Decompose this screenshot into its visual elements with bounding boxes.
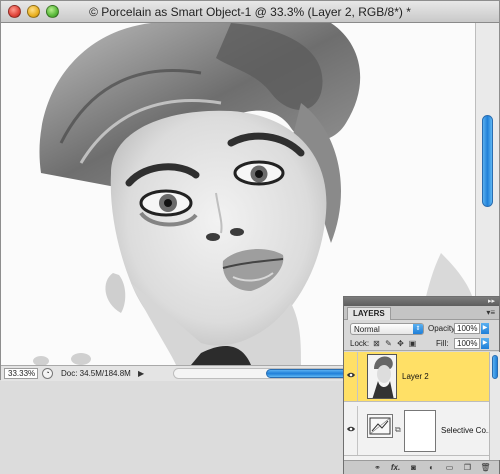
lock-label: Lock: bbox=[350, 339, 370, 348]
fx-icon[interactable]: fx. bbox=[390, 463, 401, 473]
panel-menu-icon[interactable]: ▾≡ bbox=[486, 308, 495, 317]
panel-header-bar[interactable]: ▸▸ bbox=[344, 297, 499, 306]
layers-scroll-thumb[interactable] bbox=[492, 355, 498, 379]
fill-label: Fill: bbox=[436, 339, 449, 348]
blend-mode-dropdown-icon[interactable]: ⇕ bbox=[413, 324, 423, 334]
adjustment-layer-icon[interactable] bbox=[367, 414, 393, 438]
document-titlebar[interactable]: © Porcelain as Smart Object-1 @ 33.3% (L… bbox=[1, 1, 499, 23]
layers-tab[interactable]: LAYERS bbox=[347, 307, 391, 320]
blend-mode-select[interactable]: Normal ⇕ bbox=[350, 323, 424, 335]
layer-list: Layer 2 ⧉ Selective Co... bbox=[344, 352, 493, 460]
panel-tab-bar: LAYERS ▾≡ bbox=[344, 306, 499, 320]
lock-image-pixels-icon[interactable]: ✎ bbox=[384, 339, 393, 348]
zoom-window-button[interactable] bbox=[46, 5, 59, 18]
layer-row-selective-color[interactable]: ⧉ Selective Co... bbox=[344, 406, 493, 456]
panel-collapse-icon[interactable]: ▸▸ bbox=[488, 297, 495, 306]
link-layers-icon[interactable]: ⚭ bbox=[372, 463, 383, 473]
fill-slider-icon[interactable]: ▶ bbox=[481, 338, 489, 349]
new-layer-icon[interactable]: ❐ bbox=[462, 463, 473, 473]
eye-icon bbox=[347, 426, 355, 432]
portrait-thumbnail-image bbox=[368, 355, 396, 398]
document-title: © Porcelain as Smart Object-1 @ 33.3% (L… bbox=[89, 5, 411, 19]
layers-vertical-scrollbar[interactable] bbox=[489, 352, 500, 460]
layer-name[interactable]: Selective Co... bbox=[441, 426, 493, 435]
visibility-toggle[interactable] bbox=[344, 352, 358, 401]
lock-position-icon[interactable]: ✥ bbox=[396, 339, 405, 348]
blend-options-row: Normal ⇕ Opacity: 100% ▶ bbox=[344, 320, 499, 337]
status-menu-arrow-icon[interactable]: ▶ bbox=[138, 368, 144, 379]
status-info-icon[interactable]: ◔ bbox=[42, 368, 53, 379]
document-size-text: Doc: 34.5M/184.8M bbox=[61, 369, 131, 378]
opacity-slider-icon[interactable]: ▶ bbox=[481, 323, 489, 334]
document-vertical-scroll-thumb[interactable] bbox=[482, 115, 493, 207]
lock-all-icon[interactable]: ▣ bbox=[408, 339, 417, 348]
layer-row-layer-2[interactable]: Layer 2 bbox=[344, 352, 489, 402]
photoshop-workspace: © Porcelain as Smart Object-1 @ 33.3% (L… bbox=[0, 0, 500, 474]
opacity-label: Opacity: bbox=[428, 324, 458, 333]
blend-mode-value: Normal bbox=[354, 325, 380, 334]
zoom-level-field[interactable]: 33.33% bbox=[4, 368, 38, 379]
opacity-input[interactable]: 100% bbox=[454, 323, 480, 334]
layer-name[interactable]: Layer 2 bbox=[402, 372, 429, 381]
link-icon[interactable]: ⧉ bbox=[395, 425, 401, 435]
trash-icon[interactable]: 🗑 bbox=[480, 463, 491, 473]
close-window-button[interactable] bbox=[8, 5, 21, 18]
fill-input[interactable]: 100% bbox=[454, 338, 480, 349]
selective-color-adjustment-icon bbox=[369, 417, 391, 435]
minimize-window-button[interactable] bbox=[27, 5, 40, 18]
document-size-readout[interactable]: Doc: 34.5M/184.8M ▶ bbox=[61, 368, 144, 379]
visibility-toggle[interactable] bbox=[344, 406, 358, 455]
folder-icon[interactable]: ▭ bbox=[444, 463, 455, 473]
lock-transparency-icon[interactable]: ⊠ bbox=[372, 339, 381, 348]
lock-row: Lock: ⊠ ✎ ✥ ▣ Fill: 100% ▶ bbox=[344, 337, 499, 351]
adjustment-icon[interactable]: ◐ bbox=[426, 463, 437, 473]
layer-thumbnail[interactable] bbox=[367, 354, 397, 399]
layers-panel-footer: ⚭ fx. ◙ ◐ ▭ ❐ 🗑 bbox=[344, 460, 499, 474]
layers-panel: ▸▸ LAYERS ▾≡ Normal ⇕ Opacity: 100% ▶ Lo… bbox=[343, 296, 500, 474]
layer-mask-thumbnail[interactable] bbox=[404, 410, 436, 452]
eye-icon bbox=[347, 372, 355, 378]
add-mask-icon[interactable]: ◙ bbox=[408, 463, 419, 473]
